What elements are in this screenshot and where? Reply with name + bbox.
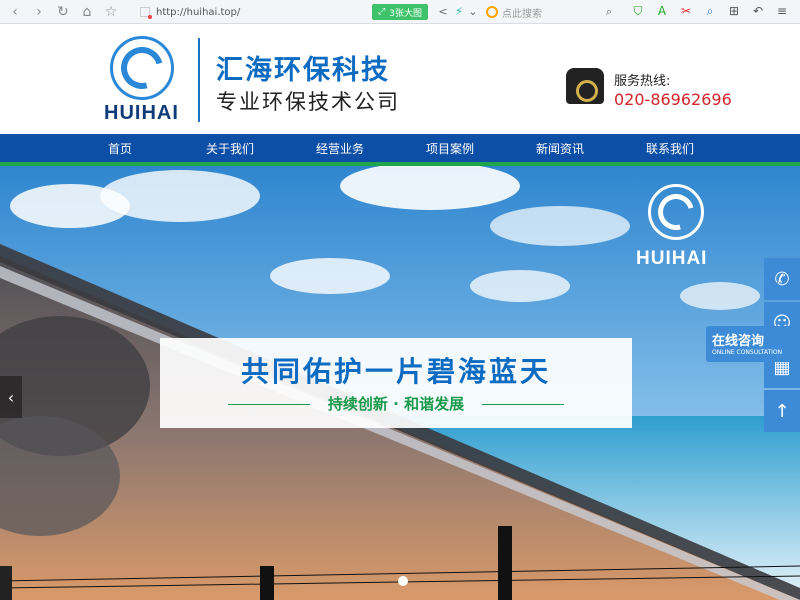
phone-icon[interactable]: ✆ xyxy=(764,258,800,300)
hero-logo-wordmark: HUIHAI xyxy=(636,248,708,269)
share-icon[interactable]: < xyxy=(436,5,450,19)
url-text: http://huihai.top/ xyxy=(156,6,241,18)
header-divider xyxy=(198,38,200,122)
menu-icon[interactable]: ≡ xyxy=(774,3,790,19)
page-icon xyxy=(140,7,152,19)
address-bar[interactable]: http://huihai.top/ xyxy=(140,3,370,421)
online-consult-button[interactable]: 在线咨询 ONLINE CONSULTATION xyxy=(706,326,800,362)
back-to-top-icon[interactable]: ↑ xyxy=(764,390,800,432)
hero-headline: 共同佑护一片碧海蓝天 xyxy=(240,355,551,388)
shield-icon[interactable]: ⛉ xyxy=(630,3,646,19)
nav-item-cases[interactable]: 项目案例 xyxy=(410,140,490,157)
site-header: HUIHAI 汇海环保科技 专业环保技术公司 服务热线: 020-8696269… xyxy=(0,24,800,134)
search-placeholder: 点此搜索 xyxy=(502,8,542,20)
hotline-label: 服务热线: xyxy=(614,74,671,89)
hero-banner: 共同佑护一片碧海蓝天 持续创新 · 和谐发展 xyxy=(160,338,632,428)
slider-prev-button[interactable]: ‹ xyxy=(0,376,22,418)
forward-icon[interactable]: › xyxy=(28,1,50,23)
big-image-label: 3张大图 xyxy=(389,8,422,19)
search-icon[interactable]: ⌕ xyxy=(602,5,616,19)
back-icon[interactable]: ‹ xyxy=(4,1,26,23)
browser-toolbar: ‹ › ↻ ⌂ ☆ http://huihai.top/ ⤢ 3张大图 < ⚡ … xyxy=(0,0,800,421)
expand-icon: ⤢ xyxy=(378,7,386,17)
nav-item-about[interactable]: 关于我们 xyxy=(190,140,270,157)
logo-wordmark[interactable]: HUIHAI xyxy=(104,102,179,125)
subline-rule-right xyxy=(482,404,564,405)
reload-icon[interactable]: ↻ xyxy=(52,1,74,23)
translate-icon[interactable]: A xyxy=(654,3,670,19)
logo-icon[interactable] xyxy=(110,36,174,100)
hero-logo-icon xyxy=(648,184,704,240)
main-navigation: 首页 关于我们 经营业务 项目案例 新闻资讯 联系我们 xyxy=(0,134,800,166)
extension-tools: ⛉ A ✂ ⌕ ⊞ ↶ ≡ xyxy=(630,3,790,19)
apps-icon[interactable]: ⊞ xyxy=(726,3,742,19)
slider-dot-active[interactable] xyxy=(398,576,408,586)
undo-icon[interactable]: ↶ xyxy=(750,3,766,19)
chevron-down-icon[interactable]: ⌄ xyxy=(466,5,480,19)
big-image-button[interactable]: ⤢ 3张大图 xyxy=(372,4,428,20)
lightning-icon[interactable]: ⚡ xyxy=(452,5,466,19)
company-subtitle: 专业环保技术公司 xyxy=(216,90,400,114)
star-icon[interactable]: ☆ xyxy=(100,1,122,23)
search-input[interactable]: 点此搜索 xyxy=(486,3,616,21)
nav-item-contact[interactable]: 联系我们 xyxy=(630,140,710,157)
consult-label: 在线咨询 xyxy=(712,334,765,349)
nav-item-business[interactable]: 经营业务 xyxy=(300,140,380,157)
magnifier-icon[interactable]: ⌕ xyxy=(702,3,718,19)
hotline-number: 020-86962696 xyxy=(614,90,732,109)
scissors-icon[interactable]: ✂ xyxy=(678,3,694,19)
company-name: 汇海环保科技 xyxy=(216,55,390,86)
search-engine-icon xyxy=(486,6,498,18)
nav-item-news[interactable]: 新闻资讯 xyxy=(520,140,600,157)
consult-sublabel: ONLINE CONSULTATION xyxy=(712,349,783,356)
telephone-icon xyxy=(566,68,604,104)
hero-slider: HUIHAI 共同佑护一片碧海蓝天 持续创新 · 和谐发展 ‹ xyxy=(0,166,800,600)
nav-item-home[interactable]: 首页 xyxy=(80,140,160,157)
home-icon[interactable]: ⌂ xyxy=(76,1,98,23)
